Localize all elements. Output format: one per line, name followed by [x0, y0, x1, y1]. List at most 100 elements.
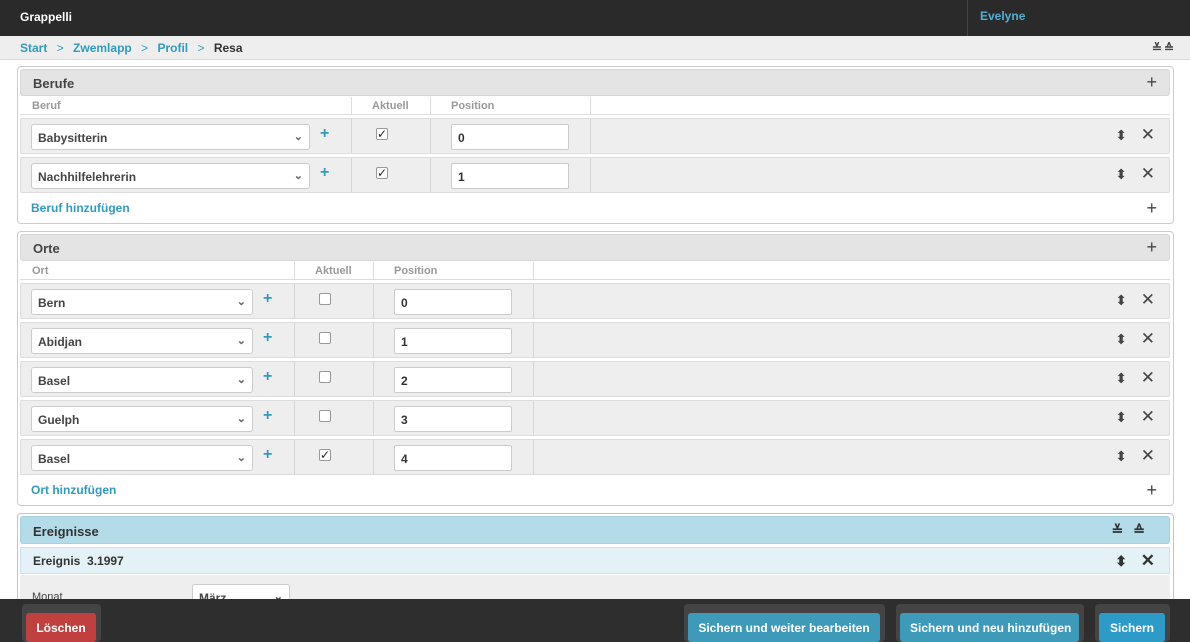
submit-footer: Löschen Sichern und weiter bearbeiten Si… [0, 599, 1190, 642]
delete-icon[interactable]: ✕ [1141, 368, 1155, 388]
breadcrumb-profil[interactable]: Profil [157, 41, 188, 55]
ort-select[interactable]: Abidjan ⌄ [31, 328, 253, 354]
ereignis-item-header[interactable]: Ereignis 3.1997 ⬍ ✕ [20, 547, 1170, 574]
add-beruf-link[interactable]: Beruf hinzufügen [31, 201, 130, 215]
ereignisse-title: Ereignisse [33, 524, 99, 539]
add-related-icon[interactable]: + [320, 125, 329, 143]
col-aktuell: Aktuell [315, 265, 352, 277]
chevron-down-icon: ⌄ [236, 296, 246, 308]
table-row: Nachhilfelehrerin ⌄ + ✓ 1 ⬍ ✕ [20, 157, 1170, 193]
sort-handle-icon[interactable]: ⬍ [1115, 370, 1127, 387]
add-related-icon[interactable]: + [263, 368, 272, 386]
save-button[interactable]: Sichern [1099, 613, 1165, 642]
berufe-title: Berufe [33, 76, 75, 91]
sort-handle-icon[interactable]: ⬍ [1115, 292, 1127, 309]
breadcrumb-zwemlapp[interactable]: Zwemlapp [73, 41, 132, 55]
berufe-table-header: Beruf Aktuell Position [20, 97, 1170, 115]
sort-handle-icon[interactable]: ⬍ [1115, 448, 1127, 465]
add-related-icon[interactable]: + [320, 164, 329, 182]
col-position: Position [451, 100, 495, 112]
col-ort: Ort [32, 265, 49, 277]
user-menu[interactable]: Evelyne [967, 0, 1190, 36]
orte-title: Orte [33, 241, 60, 256]
position-input[interactable]: 4 [394, 445, 512, 471]
sort-handle-icon[interactable]: ⬍ [1115, 553, 1127, 570]
sort-handle-icon[interactable]: ⬍ [1115, 166, 1127, 183]
add-related-icon[interactable]: + [263, 407, 272, 425]
position-input[interactable]: 1 [451, 163, 569, 189]
aktuell-checkbox[interactable] [319, 410, 331, 422]
aktuell-checkbox[interactable]: ✓ [376, 167, 388, 179]
table-row: Bern ⌄ + 0 ⬍ ✕ [20, 283, 1170, 319]
aktuell-checkbox[interactable] [319, 293, 331, 305]
sort-handle-icon[interactable]: ⬍ [1115, 331, 1127, 348]
delete-button[interactable]: Löschen [26, 613, 96, 642]
position-input[interactable]: 1 [394, 328, 512, 354]
collapse-expand-all-icon[interactable]: ≚≙ [1152, 41, 1176, 55]
chevron-down-icon: ⌄ [236, 413, 246, 425]
delete-icon[interactable]: ✕ [1141, 329, 1155, 349]
ereignisse-group: Ereignisse ≚≙ Ereignis 3.1997 ⬍ ✕ Monat … [17, 513, 1174, 613]
position-input[interactable]: 2 [394, 367, 512, 393]
berufe-add-icon[interactable]: + [1146, 72, 1157, 93]
chevron-down-icon: ⌄ [236, 374, 246, 386]
col-aktuell: Aktuell [372, 100, 409, 112]
table-row: Abidjan ⌄ + 1 ⬍ ✕ [20, 322, 1170, 358]
delete-icon[interactable]: ✕ [1141, 446, 1155, 466]
add-related-icon[interactable]: + [263, 446, 272, 464]
ort-select[interactable]: Guelph ⌄ [31, 406, 253, 432]
aktuell-checkbox[interactable] [319, 332, 331, 344]
collapse-expand-icon[interactable]: ≚≙ [1112, 522, 1155, 539]
breadcrumb-sep: > [197, 41, 205, 55]
table-row: Basel ⌄ + 2 ⬍ ✕ [20, 361, 1170, 397]
chevron-down-icon: ⌄ [236, 335, 246, 347]
orte-add-icon[interactable]: + [1146, 237, 1157, 258]
add-ort-link[interactable]: Ort hinzufügen [31, 483, 116, 497]
col-beruf: Beruf [32, 100, 61, 112]
beruf-select[interactable]: Nachhilfelehrerin ⌄ [31, 163, 310, 189]
ort-select[interactable]: Bern ⌄ [31, 289, 253, 315]
col-position: Position [394, 265, 438, 277]
chevron-down-icon: ⌄ [293, 170, 303, 182]
delete-icon[interactable]: ✕ [1141, 551, 1155, 571]
breadcrumb: Start > Zwemlapp > Profil > Resa ≚≙ [0, 36, 1190, 60]
sort-handle-icon[interactable]: ⬍ [1115, 127, 1127, 144]
chevron-down-icon: ⌄ [236, 452, 246, 464]
table-row: Basel ⌄ + ✓ 4 ⬍ ✕ [20, 439, 1170, 475]
add-related-icon[interactable]: + [263, 329, 272, 347]
breadcrumb-start[interactable]: Start [20, 41, 47, 55]
add-related-icon[interactable]: + [263, 290, 272, 308]
beruf-select[interactable]: Babysitterin ⌄ [31, 124, 310, 150]
berufe-group: Berufe + Beruf Aktuell Position Babysitt… [17, 66, 1174, 224]
table-row: Babysitterin ⌄ + ✓ 0 ⬍ ✕ [20, 118, 1170, 154]
brand-title[interactable]: Grappelli [20, 10, 72, 24]
ereignisse-header[interactable]: Ereignisse ≚≙ [20, 516, 1170, 544]
ereignis-item-title: Ereignis 3.1997 [33, 554, 124, 568]
add-ort-icon[interactable]: + [1146, 480, 1157, 501]
position-input[interactable]: 3 [394, 406, 512, 432]
aktuell-checkbox[interactable] [319, 371, 331, 383]
delete-icon[interactable]: ✕ [1141, 164, 1155, 184]
berufe-header[interactable]: Berufe + [20, 69, 1170, 96]
position-input[interactable]: 0 [451, 124, 569, 150]
breadcrumb-sep: > [141, 41, 149, 55]
ort-select[interactable]: Basel ⌄ [31, 367, 253, 393]
delete-icon[interactable]: ✕ [1141, 290, 1155, 310]
aktuell-checkbox[interactable]: ✓ [319, 449, 331, 461]
delete-icon[interactable]: ✕ [1141, 407, 1155, 427]
sort-handle-icon[interactable]: ⬍ [1115, 409, 1127, 426]
save-continue-button[interactable]: Sichern und weiter bearbeiten [688, 613, 880, 642]
save-add-button[interactable]: Sichern und neu hinzufügen [900, 613, 1079, 642]
add-beruf-icon[interactable]: + [1146, 198, 1157, 219]
chevron-down-icon: ⌄ [293, 131, 303, 143]
orte-table-header: Ort Aktuell Position [20, 262, 1170, 280]
ort-select[interactable]: Basel ⌄ [31, 445, 253, 471]
top-header: Grappelli Evelyne [0, 0, 1190, 36]
breadcrumb-current: Resa [213, 41, 243, 55]
delete-icon[interactable]: ✕ [1141, 125, 1155, 145]
breadcrumb-sep: > [56, 41, 64, 55]
aktuell-checkbox[interactable]: ✓ [376, 128, 388, 140]
position-input[interactable]: 0 [394, 289, 512, 315]
orte-group: Orte + Ort Aktuell Position Bern ⌄ + 0 ⬍ … [17, 231, 1174, 506]
orte-header[interactable]: Orte + [20, 234, 1170, 261]
